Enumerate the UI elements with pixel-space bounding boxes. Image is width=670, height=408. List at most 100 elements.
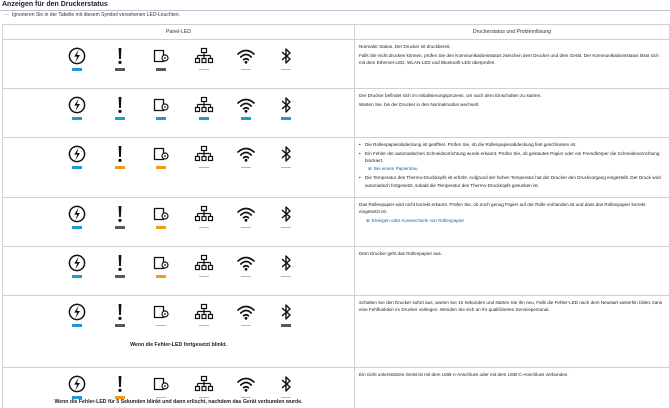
help-link-label: Einlegen oder Auswechseln von Rollenpapi… <box>371 218 465 224</box>
led-indicator <box>110 46 130 71</box>
led-indicator <box>110 302 130 327</box>
led-indicator <box>194 95 214 120</box>
led-caption: Wenn die Fehler-LED für 5 Sekunden blink… <box>54 399 303 405</box>
bullet-text: Ein Fehler der automatischen Schneidvorr… <box>365 151 660 164</box>
led-bar-gray <box>115 68 125 71</box>
help-link[interactable]: ⊕ Einlegen oder Auswechseln von Rollenpap… <box>359 217 665 224</box>
bluetooth-icon <box>276 95 296 115</box>
led-bar-blue <box>72 226 82 229</box>
table-row: Der Drucker befindet sich im Initialisie… <box>2 88 670 138</box>
led-bar-off <box>199 69 209 70</box>
paper-icon <box>151 46 171 66</box>
led-indicator <box>67 253 87 278</box>
led-bar-off <box>199 167 209 168</box>
power-icon <box>67 144 87 164</box>
led-bar-blue <box>72 324 82 327</box>
status-description: Normaler Status. Der Drucker ist druckbe… <box>354 39 670 89</box>
help-link[interactable]: ⊕ Bei einem Papierstau <box>365 165 665 172</box>
led-indicator <box>151 302 171 326</box>
ethernet-icon <box>194 144 214 164</box>
led-bar-off <box>156 325 166 326</box>
error-icon <box>110 253 130 273</box>
link-arrow-icon: ⊕ <box>366 218 370 224</box>
ethernet-icon <box>194 204 214 224</box>
paper-icon <box>151 95 171 115</box>
status-description: Das Rollenpapier wird nicht korrekt erka… <box>354 197 670 247</box>
wifi-icon <box>236 253 256 273</box>
led-bar-gray <box>281 324 291 327</box>
led-indicator <box>236 374 256 398</box>
table-row: Die Rollenpapierabdeckung ist geöffnet. … <box>2 137 670 198</box>
led-indicator <box>276 144 296 168</box>
paper-icon <box>151 253 171 273</box>
status-table: Panel-LED Druckerstatus und Problemlösun… <box>2 24 670 408</box>
paper-icon <box>151 204 171 224</box>
led-cell <box>2 88 355 138</box>
led-indicator <box>194 46 214 70</box>
led-bar-off <box>241 325 251 326</box>
led-indicator <box>236 253 256 277</box>
led-bar-off <box>281 276 291 277</box>
led-bar-off <box>156 397 166 398</box>
page-title: Anzeigen für den Druckerstatus <box>2 1 108 8</box>
status-description: Die Rollenpapierabdeckung ist geöffnet. … <box>354 137 670 198</box>
bullet-text: Die Rollenpapierabdeckung ist geöffnet. … <box>365 142 577 147</box>
error-icon <box>110 204 130 224</box>
led-indicator <box>67 374 87 399</box>
error-icon <box>110 46 130 66</box>
led-bar-orange <box>156 226 166 229</box>
led-cell <box>2 39 355 89</box>
led-indicator <box>194 374 214 398</box>
list-item: Ein Fehler der automatischen Schneidvorr… <box>359 150 665 172</box>
status-text: Schalten Sie den Drucker sofort aus, war… <box>359 300 663 313</box>
led-bar-gray <box>115 275 125 278</box>
error-icon <box>110 302 130 322</box>
wifi-icon <box>236 46 256 66</box>
led-bar-off <box>199 276 209 277</box>
wifi-icon <box>236 95 256 115</box>
bluetooth-icon <box>276 302 296 322</box>
led-indicator <box>110 204 130 229</box>
bluetooth-icon <box>276 374 296 394</box>
led-bar-off <box>241 276 251 277</box>
led-bar-blue <box>156 117 166 120</box>
led-indicator <box>67 144 87 169</box>
led-icon-group <box>3 253 354 293</box>
led-bar-blue <box>115 117 125 120</box>
table-header-row: Panel-LED Druckerstatus und Problemlösun… <box>2 24 670 40</box>
status-text: Der Drucker befindet sich im Initialisie… <box>359 93 542 98</box>
table-body: Normaler Status. Der Drucker ist druckbe… <box>2 39 670 408</box>
table-row: Dem Drucker geht das Rollenpapier aus. <box>2 246 670 296</box>
led-bar-orange <box>156 166 166 169</box>
led-indicator <box>236 302 256 326</box>
led-bar-off <box>281 397 291 398</box>
note: --- Ignorieren Sie in der Tabelle mit die… <box>4 12 180 18</box>
led-icon-group <box>3 144 354 184</box>
led-bar-blue <box>72 275 82 278</box>
wifi-icon <box>236 374 256 394</box>
led-cell <box>2 246 355 296</box>
paper-icon <box>151 144 171 164</box>
led-indicator <box>67 302 87 327</box>
led-icon-group <box>3 46 354 86</box>
status-description: Schalten Sie den Drucker sofort aus, war… <box>354 295 670 368</box>
note-text: Ignorieren Sie in der Tabelle mit diesem… <box>12 12 181 18</box>
paper-icon <box>151 374 171 394</box>
led-bar-off <box>281 227 291 228</box>
table-row: Wenn die Fehler-LED für 5 Sekunden blink… <box>2 367 670 408</box>
led-indicator <box>151 374 171 398</box>
power-icon <box>67 253 87 273</box>
led-icon-group <box>3 95 354 135</box>
error-icon <box>110 144 130 164</box>
status-text: Normaler Status. Der Drucker ist druckbe… <box>359 44 451 49</box>
wifi-icon <box>236 302 256 322</box>
led-indicator <box>151 46 171 71</box>
help-link-label: Bei einem Papierstau <box>373 166 418 172</box>
ethernet-icon <box>194 253 214 273</box>
led-indicator <box>276 374 296 398</box>
column-header-status: Druckerstatus und Problemlösung <box>354 24 670 40</box>
ethernet-icon <box>194 95 214 115</box>
list-item: Die Rollenpapierabdeckung ist geöffnet. … <box>359 141 665 148</box>
power-icon <box>67 302 87 322</box>
led-indicator <box>236 95 256 120</box>
